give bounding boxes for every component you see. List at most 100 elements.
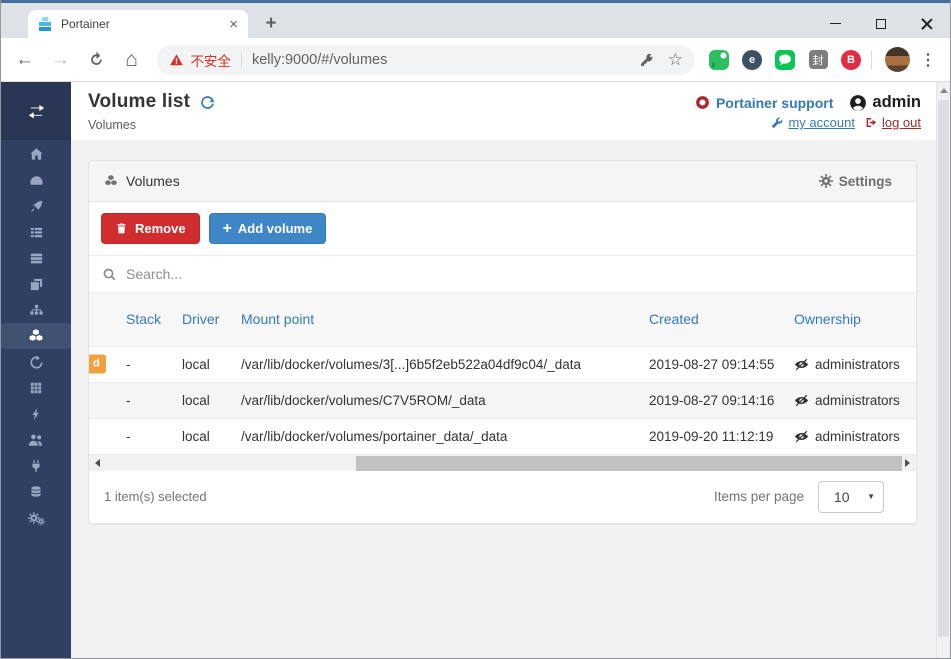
- table-row[interactable]: - local /var/lib/docker/volumes/portaine…: [89, 418, 916, 454]
- remove-button[interactable]: Remove: [101, 213, 200, 244]
- horizontal-scrollbar-thumb[interactable]: [356, 455, 902, 471]
- sidebar-item-dashboard[interactable]: [1, 167, 71, 193]
- new-tab-button[interactable]: +: [259, 12, 283, 36]
- table-actions: Remove + Add volume: [89, 202, 916, 255]
- evernote-extension-icon[interactable]: [709, 49, 730, 70]
- search-icon: [103, 268, 116, 280]
- main-content: Volume list Volumes Portainer support ad…: [71, 82, 950, 658]
- sidebar-item-events[interactable]: [1, 349, 71, 375]
- log-out-icon: [866, 118, 877, 127]
- back-button[interactable]: ←: [11, 46, 39, 74]
- toolbar-separator: [871, 50, 873, 69]
- close-button[interactable]: [904, 6, 950, 41]
- vertical-scrollbar[interactable]: [936, 82, 950, 658]
- refresh-button[interactable]: [199, 94, 216, 111]
- maximize-icon: [876, 18, 886, 29]
- table-row[interactable]: d - local /var/lib/docker/volumes/3[...]…: [89, 346, 916, 382]
- sidebar-item-app-templates[interactable]: [1, 193, 71, 219]
- bookmark-star-icon[interactable]: ☆: [668, 50, 683, 70]
- items-per-page-label: Items per page: [713, 489, 804, 504]
- sidebar-item-images[interactable]: [1, 271, 71, 297]
- sidebar-item-networks[interactable]: [1, 297, 71, 323]
- table-footer: 1 item(s) selected Items per page 10 ▼: [89, 471, 916, 523]
- plus-icon: +: [222, 219, 232, 237]
- unused-badge: d: [89, 354, 106, 374]
- e-circle-extension-icon[interactable]: e: [742, 49, 763, 70]
- sidebar-item-users[interactable]: [1, 427, 71, 453]
- scroll-right-arrow-icon[interactable]: [899, 455, 916, 471]
- sidebar-item-containers[interactable]: [1, 245, 71, 271]
- sidebar-collapse-button[interactable]: [1, 82, 71, 140]
- sidebar-item-stacks[interactable]: [1, 219, 71, 245]
- sidebar-item-volumes[interactable]: [1, 323, 71, 349]
- tab-title: Portainer: [61, 17, 110, 31]
- minimize-icon: [829, 23, 841, 24]
- column-header-ownership[interactable]: Ownership: [794, 293, 916, 346]
- table-row[interactable]: - local /var/lib/docker/volumes/C7V5ROM/…: [89, 382, 916, 418]
- sidebar-item-home[interactable]: [1, 141, 71, 167]
- browser-toolbar: ← → ⌂ 不安全 kelly:9000/#/volumes ☆ e 封 B ⋮: [1, 38, 950, 82]
- vertical-scrollbar-thumb[interactable]: [938, 100, 949, 637]
- line-extension-icon[interactable]: [775, 49, 796, 70]
- column-header-mount-point[interactable]: Mount point: [241, 293, 649, 346]
- volumes-table: Stack Driver Mount point Created Ownersh…: [89, 293, 916, 454]
- browser-profile-avatar[interactable]: [885, 47, 911, 72]
- server-icon: [30, 253, 42, 263]
- minimize-button[interactable]: [812, 6, 858, 41]
- window-controls: [812, 6, 950, 41]
- eye-slash-icon: [794, 394, 809, 406]
- maximize-button[interactable]: [858, 6, 904, 41]
- selection-status: 1 item(s) selected: [104, 489, 207, 504]
- scroll-left-arrow-icon[interactable]: [89, 455, 106, 471]
- items-per-page-select[interactable]: 10 ▼: [818, 480, 884, 513]
- url-text[interactable]: kelly:9000/#/volumes: [252, 52, 627, 68]
- add-volume-button[interactable]: + Add volume: [208, 213, 327, 244]
- not-secure-warning-icon: [170, 53, 184, 65]
- column-header-stack[interactable]: Stack: [89, 293, 182, 346]
- forward-button[interactable]: →: [47, 46, 75, 74]
- dashboard-gauge-icon: [29, 175, 43, 185]
- reload-button[interactable]: [82, 46, 110, 74]
- volumes-panel: Volumes Settings Remove + Add volume Sea…: [88, 160, 917, 524]
- browser-titlebar: Portainer × +: [1, 0, 950, 38]
- scroll-up-arrow-icon[interactable]: [940, 88, 948, 93]
- omnibox-separator: [240, 51, 242, 68]
- sidebar-item-registries[interactable]: [1, 479, 71, 505]
- images-copy-icon: [30, 278, 42, 290]
- not-secure-label[interactable]: 不安全: [190, 50, 231, 70]
- password-key-icon[interactable]: [639, 52, 655, 68]
- horizontal-scrollbar[interactable]: [89, 453, 916, 471]
- table-settings-button[interactable]: Settings: [819, 174, 892, 189]
- history-icon: [29, 355, 43, 369]
- address-bar[interactable]: 不安全 kelly:9000/#/volumes ☆: [157, 44, 696, 75]
- chevron-down-icon: ▼: [867, 492, 875, 501]
- tab-close-icon[interactable]: ×: [229, 17, 238, 32]
- sidebar-item-endpoints[interactable]: [1, 453, 71, 479]
- search-input[interactable]: [126, 266, 903, 282]
- sidebar-item-host[interactable]: [1, 375, 71, 401]
- page-body: Volumes Settings Remove + Add volume Sea…: [71, 140, 950, 658]
- home-icon: [29, 147, 43, 160]
- gear-icon: [819, 174, 833, 188]
- username-label: admin: [872, 93, 921, 111]
- sidebar-item-extensions[interactable]: [1, 401, 71, 427]
- browser-menu-icon[interactable]: ⋮: [920, 50, 936, 70]
- table-header-row: Stack Driver Mount point Created Ownersh…: [89, 293, 916, 346]
- column-header-created[interactable]: Created: [649, 293, 794, 346]
- users-icon: [29, 434, 42, 446]
- portainer-favicon-icon: [39, 16, 51, 31]
- page-title: Volume list: [88, 91, 191, 112]
- b-circle-extension-icon[interactable]: B: [841, 49, 862, 70]
- portainer-support-link[interactable]: Portainer support: [716, 95, 833, 111]
- th-list-icon: [30, 227, 42, 237]
- sidebar-item-settings[interactable]: [1, 505, 71, 531]
- column-header-driver[interactable]: Driver: [182, 293, 241, 346]
- database-icon: [31, 486, 41, 497]
- home-button[interactable]: ⌂: [118, 46, 146, 74]
- seal-extension-icon[interactable]: 封: [808, 50, 828, 70]
- log-out-link[interactable]: log out: [882, 115, 921, 130]
- close-icon: [921, 18, 933, 30]
- my-account-link[interactable]: my account: [788, 115, 854, 130]
- browser-tab-portainer[interactable]: Portainer ×: [28, 10, 248, 38]
- wrench-icon: [772, 117, 783, 128]
